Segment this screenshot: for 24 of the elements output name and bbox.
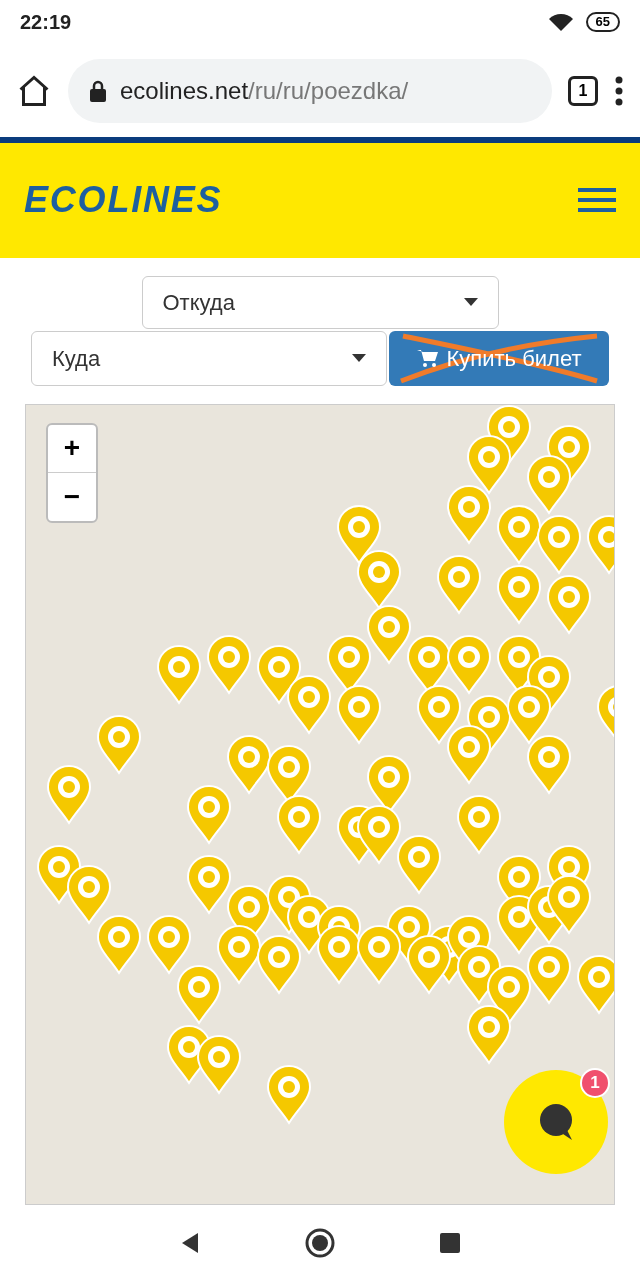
from-select[interactable]: Откуда: [141, 275, 499, 329]
map-placeholder[interactable]: + − 1: [25, 403, 615, 1206]
zoom-out-button[interactable]: −: [48, 472, 96, 521]
more-icon[interactable]: [614, 75, 624, 106]
caret-icon: [463, 298, 478, 307]
caret-icon: [352, 354, 366, 363]
home-circle-icon[interactable]: [305, 1227, 335, 1258]
menu-icon[interactable]: [578, 186, 616, 215]
url-text: ecolines.net/ru/ru/poezdka/: [120, 75, 409, 106]
to-placeholder: Куда: [52, 344, 101, 373]
recents-icon[interactable]: [439, 1232, 460, 1253]
battery-level: 65: [585, 12, 620, 33]
site-logo[interactable]: ECOLINES: [24, 173, 223, 228]
chat-badge: 1: [580, 1067, 610, 1098]
cart-icon: [416, 348, 439, 369]
address-bar[interactable]: ecolines.net/ru/ru/poezdka/: [68, 58, 552, 123]
from-placeholder: Откуда: [162, 288, 235, 317]
tab-count-button[interactable]: 1: [568, 75, 598, 106]
to-select[interactable]: Куда: [31, 330, 387, 386]
status-time: 22:19: [20, 10, 72, 36]
back-icon[interactable]: [180, 1231, 201, 1254]
lock-icon: [88, 78, 108, 103]
zoom-in-button[interactable]: +: [48, 424, 96, 473]
wifi-icon: [547, 12, 574, 33]
